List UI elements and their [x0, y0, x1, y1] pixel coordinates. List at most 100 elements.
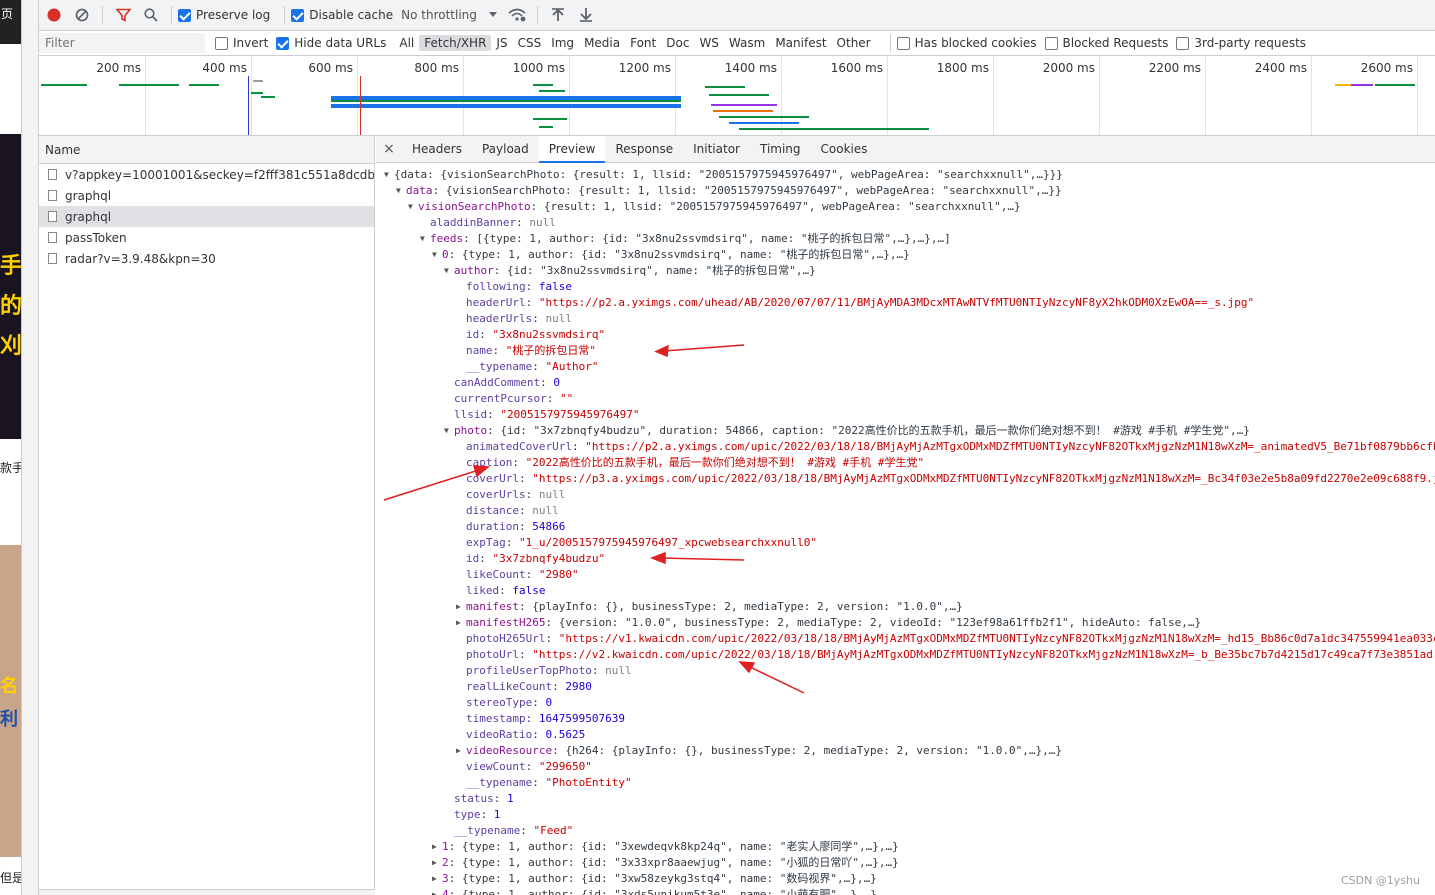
type-filter-media[interactable]: Media	[579, 35, 625, 51]
tab-headers[interactable]: Headers	[402, 136, 472, 163]
json-tree-node[interactable]: ▶ manifestH265: {version: "1.0.0", busine…	[456, 615, 1201, 631]
json-value: "3x8nu2ssvmdsirq"	[492, 328, 606, 341]
blocked-requests-checkbox[interactable]: Blocked Requests	[1044, 36, 1168, 50]
has-blocked-cookies-checkbox[interactable]: Has blocked cookies	[896, 36, 1037, 50]
network-overview-timeline[interactable]: 200 ms 400 ms 600 ms 800 ms 1000 ms 1200 ms 14…	[39, 56, 1435, 136]
type-filter-doc[interactable]: Doc	[661, 35, 694, 51]
json-tree-node[interactable]: ▶ 4: {type: 1, author: {id: "3xds5unikum5…	[432, 887, 877, 895]
json-tree-node[interactable]: ▼ author: {id: "3x8nu2ssvmdsirq", name: "…	[444, 263, 816, 279]
toolbar-divider	[536, 6, 538, 24]
tab-cookies[interactable]: Cookies	[811, 136, 878, 163]
checkbox-box[interactable]	[291, 8, 305, 22]
collapsed-triangle-icon[interactable]: ▶	[432, 871, 442, 887]
upload-icon[interactable]	[546, 3, 570, 27]
json-colon: :	[532, 312, 546, 325]
expanded-triangle-icon[interactable]: ▼	[420, 231, 430, 247]
type-filter-all[interactable]: All	[394, 35, 419, 51]
type-filter-js[interactable]: JS	[491, 35, 512, 51]
type-filter-ws[interactable]: WS	[694, 35, 723, 51]
json-value: 1	[507, 792, 514, 805]
json-value: null	[605, 664, 632, 677]
request-row[interactable]: graphql	[39, 206, 374, 227]
close-icon[interactable]: ×	[376, 141, 402, 157]
json-value: 54866	[532, 520, 566, 533]
clear-icon[interactable]	[70, 3, 94, 27]
type-filter-wasm[interactable]: Wasm	[724, 35, 770, 51]
json-tree-node: aladdinBanner: null	[420, 215, 556, 231]
type-filter-font[interactable]: Font	[625, 35, 661, 51]
json-tree-node[interactable]: ▼ feeds: [{type: 1, author: {id: "3x8nu2s…	[420, 231, 951, 247]
page-text: 页	[1, 7, 14, 21]
tab-initiator[interactable]: Initiator	[683, 136, 750, 163]
checkbox-box[interactable]	[276, 36, 290, 50]
json-tree-node[interactable]: ▼ 0: {type: 1, author: {id: "3x8nu2ssvmds…	[432, 247, 910, 263]
request-row[interactable]: passToken	[39, 227, 374, 248]
collapsed-triangle-icon[interactable]: ▶	[432, 887, 442, 895]
type-filter-fetch-xhr[interactable]: Fetch/XHR	[419, 35, 492, 51]
json-tree-node[interactable]: ▶ 3: {type: 1, author: {id: "3xw58zeykg3s…	[432, 871, 877, 887]
collapsed-triangle-icon[interactable]: ▶	[456, 599, 466, 615]
download-icon[interactable]	[574, 3, 598, 27]
collapsed-triangle-icon[interactable]: ▶	[456, 615, 466, 631]
collapsed-triangle-icon[interactable]: ▶	[432, 839, 442, 855]
request-row[interactable]: radar?v=3.9.48&kpn=30	[39, 248, 374, 269]
json-value: [{type: 1, author: {id: "3x8nu2ssvmdsirq…	[476, 232, 951, 245]
search-icon[interactable]	[139, 3, 163, 27]
json-tree-node[interactable]: ▶ manifest: {playInfo: {}, businessType: …	[456, 599, 963, 615]
json-tree-node: photoUrl: "https://v2.kwaicdn.com/upic/2…	[456, 647, 1435, 663]
tab-response[interactable]: Response	[605, 136, 683, 163]
collapsed-triangle-icon[interactable]: ▶	[432, 855, 442, 871]
checkbox-box[interactable]	[215, 36, 228, 50]
json-tree-node[interactable]: ▼ photo: {id: "3x7zbnqfy4budzu", duration…	[444, 423, 1250, 439]
page-scrollbar[interactable]	[22, 0, 39, 895]
xhr-file-icon	[48, 169, 57, 180]
json-tree-node[interactable]: ▼ visionSearchPhoto: {result: 1, llsid: "…	[408, 199, 1021, 215]
type-filter-manifest[interactable]: Manifest	[770, 35, 831, 51]
expanded-triangle-icon[interactable]: ▼	[384, 167, 394, 183]
timeline-request-bar	[539, 126, 553, 128]
checkbox-box[interactable]	[1176, 36, 1190, 50]
record-stop-icon[interactable]	[42, 3, 66, 27]
request-row[interactable]: graphql	[39, 185, 374, 206]
checkbox-box[interactable]	[1044, 36, 1058, 50]
expanded-triangle-icon[interactable]: ▼	[432, 247, 442, 263]
expanded-triangle-icon[interactable]: ▼	[444, 263, 454, 279]
expanded-triangle-icon[interactable]: ▼	[444, 423, 454, 439]
invert-checkbox[interactable]: Invert	[215, 36, 268, 50]
type-filter-css[interactable]: CSS	[513, 35, 547, 51]
json-tree-node: realLikeCount: 2980	[456, 679, 592, 695]
throttling-select[interactable]: No throttling	[401, 8, 477, 22]
json-tree-node[interactable]: ▼ data: {visionSearchPhoto: {result: 1, l…	[396, 183, 1062, 199]
json-value: 0.5625	[545, 728, 586, 741]
funnel-icon[interactable]	[111, 3, 135, 27]
json-tree-node[interactable]: ▶ videoResource: {h264: {playInfo: {}, bu…	[456, 743, 1062, 759]
timeline-request-bar	[739, 128, 929, 130]
json-key: __typename	[466, 360, 533, 373]
filter-input[interactable]	[39, 33, 205, 53]
json-key: name	[466, 344, 493, 357]
name-column-header[interactable]: Name	[39, 136, 374, 164]
expanded-triangle-icon[interactable]: ▼	[408, 199, 418, 215]
tab-timing[interactable]: Timing	[750, 136, 811, 163]
collapsed-triangle-icon[interactable]: ▶	[456, 743, 466, 759]
tab-preview[interactable]: Preview	[538, 136, 606, 163]
checkbox-box[interactable]	[896, 36, 910, 50]
json-colon: :	[520, 824, 534, 837]
type-filter-other[interactable]: Other	[832, 35, 876, 51]
disable-cache-checkbox[interactable]: Disable cache	[291, 8, 393, 22]
json-tree-node[interactable]: ▼ {data: {visionSearchPhoto: {result: 1, …	[384, 167, 1063, 183]
json-tree-node[interactable]: ▶ 2: {type: 1, author: {id: "3x33xpr8aaew…	[432, 855, 899, 871]
expanded-triangle-icon[interactable]: ▼	[396, 183, 406, 199]
hide-data-urls-checkbox[interactable]: Hide data URLs	[276, 36, 386, 50]
checkbox-box[interactable]	[178, 8, 191, 22]
request-row[interactable]: v?appkey=10001001&seckey=f2fff381c551a8d…	[39, 164, 374, 185]
tab-payload[interactable]: Payload	[472, 136, 539, 163]
json-value: "PhotoEntity"	[545, 776, 632, 789]
json-tree-node[interactable]: ▶ 1: {type: 1, author: {id: "3xewdeqvk8kp…	[432, 839, 899, 855]
third-party-checkbox[interactable]: 3rd-party requests	[1176, 36, 1306, 50]
preserve-log-checkbox[interactable]: Preserve log	[178, 8, 270, 22]
type-filter-img[interactable]: Img	[546, 35, 579, 51]
json-colon: :	[552, 744, 566, 757]
chevron-down-icon[interactable]	[485, 3, 501, 27]
network-conditions-icon[interactable]	[505, 3, 529, 27]
